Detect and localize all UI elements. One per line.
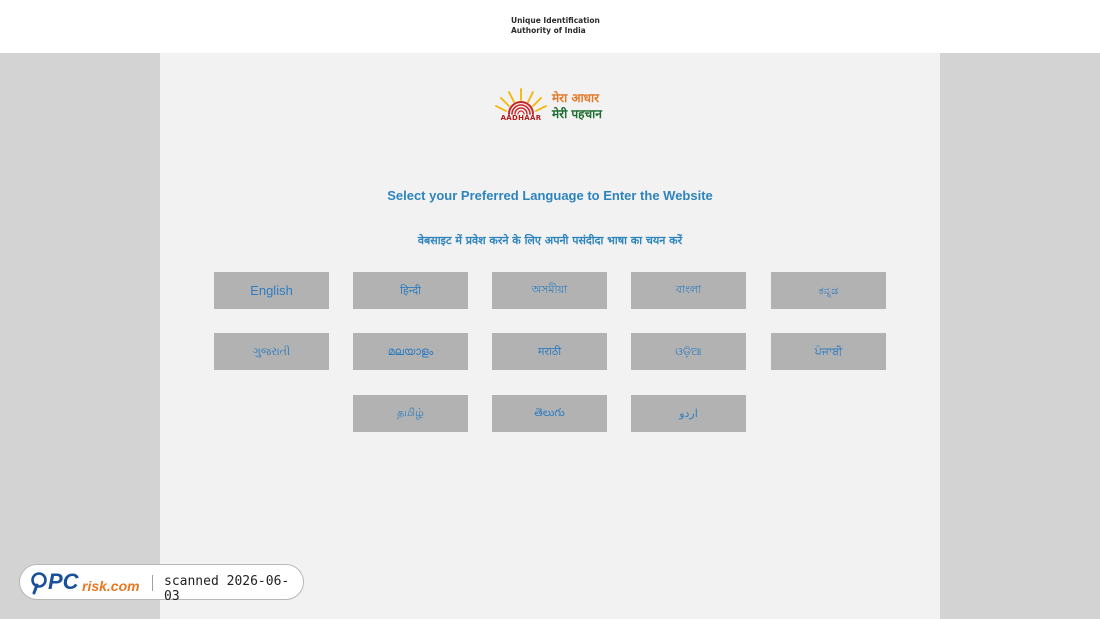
- magnifier-icon: [31, 572, 47, 588]
- language-button-bengali[interactable]: বাংলা: [631, 272, 746, 309]
- scan-date-text: scanned 2026-06-03: [164, 574, 290, 604]
- org-name-line1: Unique Identification: [511, 16, 600, 25]
- language-button-tamil[interactable]: தமிழ்: [353, 395, 468, 432]
- language-button-assamese[interactable]: অসমীয়া: [492, 272, 607, 309]
- aadhaar-wordmark: AADHAAR: [500, 114, 542, 122]
- tagline-line1: मेरा आधार: [552, 91, 600, 105]
- pcrisk-scan-badge: PC risk.com scanned 2026-06-03: [19, 564, 304, 604]
- language-button-punjabi[interactable]: ਪੰਜਾਬੀ: [771, 333, 886, 370]
- language-button-telugu[interactable]: తెలుగు: [492, 395, 607, 432]
- language-button-malayalam[interactable]: മലയാളം: [353, 333, 468, 370]
- language-button-kannada[interactable]: ಕನ್ನಡ: [771, 272, 886, 309]
- uidai-org-name: Unique Identification Authority of India: [511, 16, 600, 35]
- aadhaar-tagline: मेरा आधार मेरी पहचान: [552, 90, 602, 122]
- language-button-gujarati[interactable]: ગુજરાતી: [214, 333, 329, 370]
- badge-separator: [152, 575, 153, 591]
- language-button-urdu[interactable]: اردو: [631, 395, 746, 432]
- language-button-marathi[interactable]: मराठी: [492, 333, 607, 370]
- language-button-english[interactable]: English: [214, 272, 329, 309]
- site-header: Unique Identification Authority of India: [0, 0, 1100, 53]
- brand-risk: risk.com: [82, 578, 140, 594]
- aadhaar-logo: AADHAAR मेरा आधार मेरी पहचान: [493, 86, 613, 126]
- pcrisk-logo: PC risk.com: [31, 569, 140, 595]
- org-name-line2: Authority of India: [511, 25, 586, 35]
- language-prompt-english: Select your Preferred Language to Enter …: [387, 188, 713, 203]
- language-button-odia[interactable]: ଓଡ଼ିଆ: [631, 333, 746, 370]
- tagline-line2: मेरी पहचान: [552, 107, 602, 121]
- language-prompt-hindi: वेबसाइट में प्रवेश करने के लिए अपनी पसंद…: [417, 234, 683, 247]
- aadhaar-sun-icon: [495, 88, 547, 115]
- language-button-hindi[interactable]: हिन्दी: [353, 272, 468, 309]
- brand-pc: PC: [48, 569, 80, 594]
